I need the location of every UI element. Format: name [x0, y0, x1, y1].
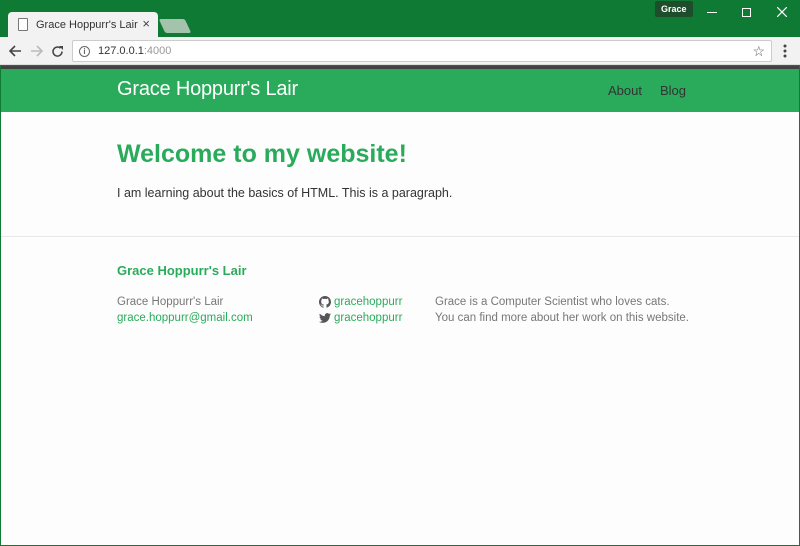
address-bar[interactable]: i 127.0.0.1:4000 ☆ [72, 40, 772, 62]
close-icon [777, 7, 787, 17]
github-username: gracehoppurr [334, 296, 403, 308]
footer-heading: Grace Hoppurr's Lair [117, 263, 247, 278]
new-tab-button[interactable] [158, 19, 192, 33]
tab-title: Grace Hoppurr's Lair [36, 18, 138, 31]
maximize-icon [741, 7, 751, 17]
main-content: Welcome to my website! I am learning abo… [1, 112, 799, 237]
site-header: Grace Hoppurr's Lair About Blog [1, 66, 799, 112]
arrow-right-icon [30, 45, 43, 57]
bookmark-star-icon[interactable]: ☆ [752, 43, 765, 60]
nav-link-blog[interactable]: Blog [660, 83, 686, 98]
arrow-left-icon [8, 45, 21, 57]
footer-contact: Grace Hoppurr's Lair grace.hoppurr@gmail… [117, 294, 253, 326]
profile-badge[interactable]: Grace [655, 1, 693, 17]
browser-toolbar: i 127.0.0.1:4000 ☆ [0, 37, 800, 65]
maximize-button[interactable] [728, 0, 764, 24]
footer-name: Grace Hoppurr's Lair [117, 296, 224, 308]
twitter-username: gracehoppurr [334, 312, 403, 324]
site-title[interactable]: Grace Hoppurr's Lair [117, 78, 298, 101]
browser-tab[interactable]: Grace Hoppurr's Lair × [8, 12, 158, 37]
page-paragraph: I am learning about the basics of HTML. … [117, 186, 453, 200]
url-text: 127.0.0.1:4000 [98, 45, 172, 57]
browser-titlebar: Grace Hoppurr's Lair × Grace [0, 0, 800, 37]
browser-menu-button[interactable] [778, 42, 792, 60]
github-icon [319, 296, 331, 308]
description-line: You can find more about her work on this… [435, 312, 689, 324]
page-icon [18, 18, 28, 31]
forward-button[interactable] [27, 42, 45, 60]
kebab-menu-icon [783, 44, 787, 58]
close-window-button[interactable] [764, 0, 800, 24]
close-tab-icon[interactable]: × [142, 16, 150, 32]
footer-description: Grace is a Computer Scientist who loves … [435, 294, 689, 326]
minimize-button[interactable] [694, 0, 730, 24]
twitter-link[interactable]: gracehoppurr [319, 310, 402, 326]
description-line: Grace is a Computer Scientist who loves … [435, 296, 670, 308]
github-link[interactable]: gracehoppurr [319, 294, 402, 310]
reload-icon [51, 45, 63, 57]
reload-button[interactable] [48, 42, 66, 60]
page-heading: Welcome to my website! [117, 140, 407, 168]
footer-social: gracehoppurr gracehoppurr [319, 294, 402, 326]
nav-link-about[interactable]: About [608, 83, 642, 98]
web-page: Grace Hoppurr's Lair About Blog Welcome … [1, 66, 799, 545]
email-link[interactable]: grace.hoppurr@gmail.com [117, 312, 253, 324]
twitter-icon [319, 313, 331, 323]
back-button[interactable] [6, 42, 24, 60]
info-icon[interactable]: i [79, 45, 90, 57]
site-nav: About Blog [608, 83, 686, 98]
minimize-icon [707, 11, 717, 13]
